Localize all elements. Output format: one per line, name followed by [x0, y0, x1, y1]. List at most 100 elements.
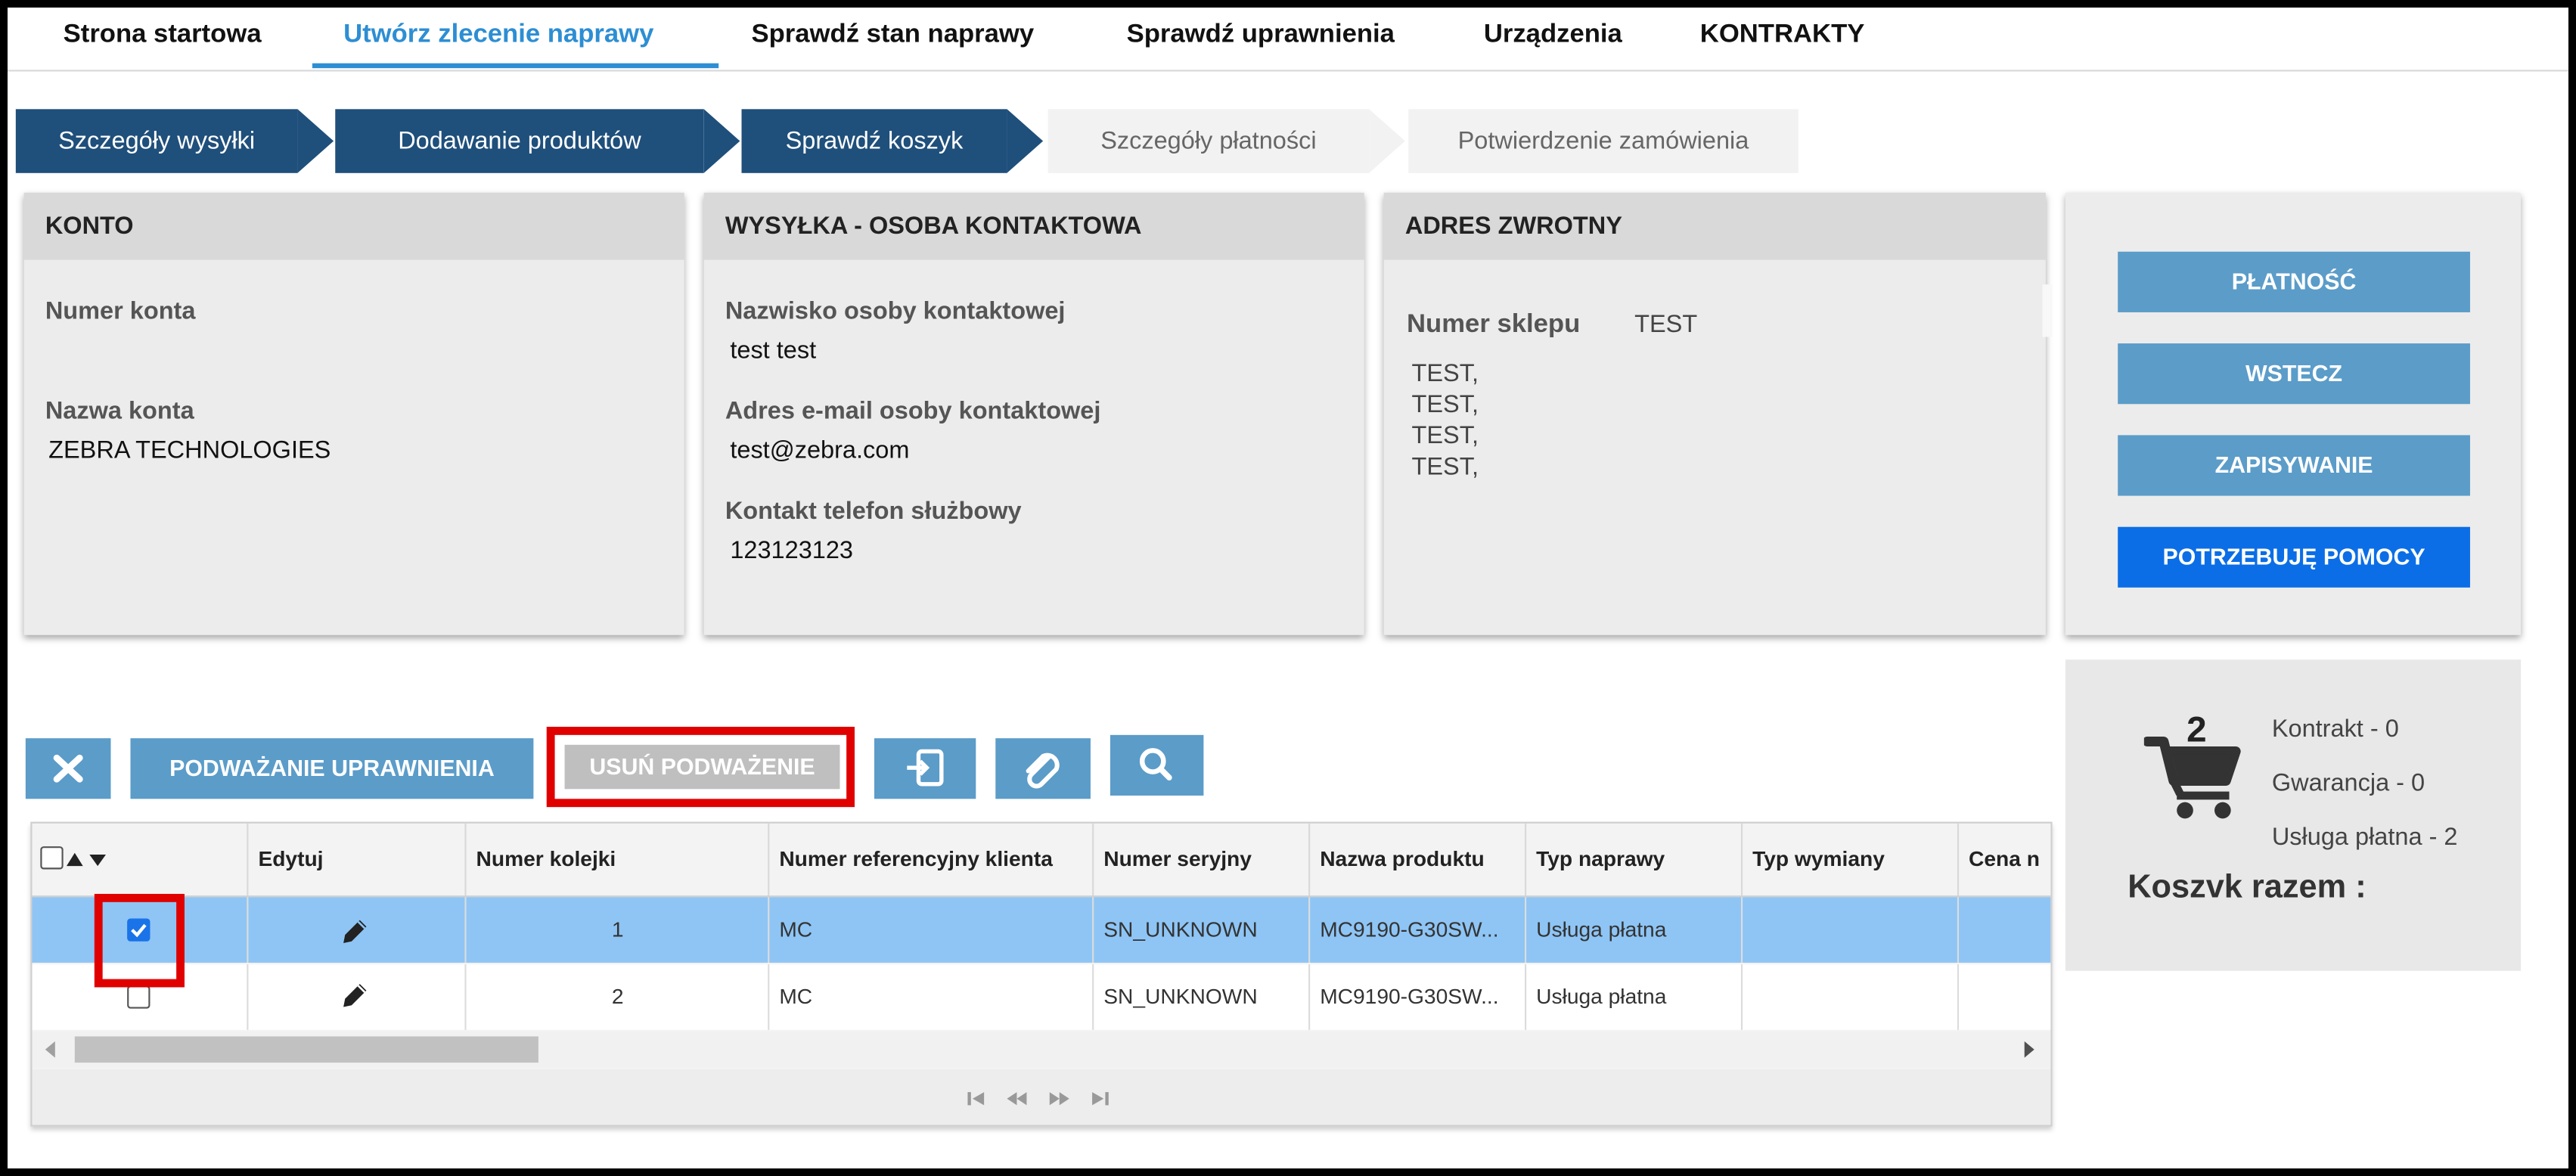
app-content: Strona startowa Utwórz zlecenie naprawy …	[8, 8, 2568, 1168]
shipping-panel-title: WYSYŁKA - OSOBA KONTAKTOWA	[703, 192, 1364, 260]
panel-scroll-tab	[2042, 284, 2053, 337]
contact-name-label: Nazwisko osoby kontaktowej	[725, 297, 1066, 326]
first-page-icon[interactable]	[966, 1091, 985, 1107]
scrollbar-thumb[interactable]	[74, 1036, 538, 1063]
nav-item-entitlements[interactable]: Sprawdź uprawnienia	[1127, 20, 1395, 50]
table-row[interactable]: 2 MC SN_UNKNOWN MC9190-G30SW... Usługa p…	[32, 964, 2051, 1030]
return-address-title: ADRES ZWROTNY	[1383, 192, 2046, 260]
nav-item-home[interactable]: Strona startowa	[64, 20, 262, 50]
account-name-value: ZEBRA TECHNOLOGIES	[48, 436, 331, 465]
step-order-confirmation: Potwierdzenie zamówienia	[1408, 109, 1799, 173]
column-header-serial-number[interactable]: Numer seryjny	[1094, 823, 1311, 896]
row-exchange-type	[1743, 964, 1960, 1030]
row-edit-cell	[248, 897, 467, 963]
return-address-line: TEST,	[1411, 422, 1479, 450]
cart-warranty-count: Gwarancja - 0	[2271, 769, 2425, 798]
row-price	[1959, 964, 2050, 1030]
back-button[interactable]: WSTECZ	[2118, 343, 2470, 405]
step-check-cart: Sprawdź koszyk	[741, 109, 1007, 173]
return-address-panel: ADRES ZWROTNY Numer sklepu TEST TEST, TE…	[1383, 192, 2053, 635]
grid-pager	[32, 1069, 2051, 1125]
delete-button[interactable]	[25, 738, 111, 799]
step-arrow	[1007, 109, 1044, 173]
column-header-edit[interactable]: Edytuj	[248, 823, 467, 896]
nav-item-contracts[interactable]: KONTRAKTY	[1700, 20, 1865, 50]
column-header-queue-number[interactable]: Numer kolejki	[467, 823, 770, 896]
attach-button[interactable]	[995, 738, 1091, 799]
scroll-left-icon[interactable]	[42, 1041, 58, 1058]
previous-page-icon[interactable]	[1005, 1091, 1028, 1107]
scroll-right-icon[interactable]	[2021, 1041, 2038, 1058]
contact-email-label: Adres e-mail osoby kontaktowej	[725, 397, 1101, 426]
step-payment-details: Szczegóły płatności	[1047, 109, 1370, 173]
row-customer-reference: MC	[769, 897, 1094, 963]
pencil-icon[interactable]	[339, 979, 371, 1012]
row-repair-type: Usługa płatna	[1526, 897, 1743, 963]
row-serial-number: SN_UNKNOWN	[1094, 897, 1311, 963]
cart-contract-count: Kontrakt - 0	[2271, 715, 2399, 743]
row-repair-type: Usługa płatna	[1526, 964, 1743, 1030]
search-icon	[1139, 748, 1172, 780]
need-help-button[interactable]: POTRZEBUJĘ POMOCY	[2118, 526, 2470, 588]
top-nav: Strona startowa Utwórz zlecenie naprawy …	[8, 8, 2568, 72]
store-number-value: TEST	[1634, 310, 1698, 339]
return-address-line: TEST,	[1411, 453, 1479, 482]
row-price	[1959, 897, 2050, 963]
remove-challenge-button[interactable]: USUŃ PODWAŻENIE	[564, 744, 840, 790]
contact-name-value: test test	[730, 337, 817, 365]
row-exchange-type	[1743, 897, 1960, 963]
step-arrow	[703, 109, 740, 173]
column-header-repair-type[interactable]: Typ naprawy	[1526, 823, 1743, 896]
row-product-name: MC9190-G30SW...	[1310, 897, 1527, 963]
nav-item-devices[interactable]: Urządzenia	[1484, 20, 1622, 50]
contact-phone-label: Kontakt telefon służbowy	[725, 497, 1022, 526]
horizontal-scrollbar[interactable]	[32, 1031, 2051, 1068]
nav-item-repair-status[interactable]: Sprawdź stan naprawy	[752, 20, 1035, 50]
step-arrow	[1369, 109, 1405, 173]
products-grid: Edytuj Numer kolejki Numer referencyjny …	[30, 821, 2053, 1127]
column-header-price[interactable]: Cena n	[1959, 824, 2050, 895]
search-button[interactable]	[1110, 734, 1204, 796]
return-address-line: TEST,	[1411, 359, 1479, 388]
next-page-icon[interactable]	[1048, 1091, 1071, 1107]
row-checkbox[interactable]	[127, 985, 151, 1009]
row-queue-number: 2	[467, 964, 770, 1030]
active-tab-underline	[312, 63, 719, 69]
account-number-label: Numer konta	[45, 297, 196, 326]
select-all-checkbox[interactable]	[40, 846, 64, 870]
table-row[interactable]: 1 MC SN_UNKNOWN MC9190-G30SW... Usługa p…	[32, 897, 2051, 963]
close-icon	[53, 754, 83, 783]
row-product-name: MC9190-G30SW...	[1310, 964, 1527, 1030]
import-button[interactable]	[874, 738, 976, 799]
last-page-icon[interactable]	[1091, 1091, 1110, 1107]
contact-phone-value: 123123123	[730, 536, 854, 565]
page-frame: Strona startowa Utwórz zlecenie naprawy …	[8, 8, 2568, 1168]
cart-paid-service-count: Usługa płatna - 2	[2271, 823, 2458, 852]
payment-button[interactable]: PŁATNOŚĆ	[2118, 251, 2470, 312]
paperclip-icon	[1026, 752, 1060, 789]
row-serial-number: SN_UNKNOWN	[1094, 964, 1311, 1030]
column-header-exchange-type[interactable]: Typ wymiany	[1743, 823, 1960, 896]
challenge-entitlement-button[interactable]: PODWAŻANIE UPRAWNIENIA	[130, 738, 534, 799]
step-arrow	[297, 109, 334, 173]
store-number-label: Numer sklepu	[1407, 310, 1581, 339]
highlight-box	[94, 893, 185, 988]
grid-header: Edytuj Numer kolejki Numer referencyjny …	[32, 823, 2051, 898]
column-header-customer-reference[interactable]: Numer referencyjny klienta	[769, 823, 1094, 896]
pencil-icon[interactable]	[339, 915, 371, 948]
account-panel: KONTO Numer konta Nazwa konta ZEBRA TECH…	[23, 192, 684, 635]
shipping-contact-panel: WYSYŁKA - OSOBA KONTAKTOWA Nazwisko osob…	[703, 192, 1364, 635]
cart-total-label: Koszvk razem :	[2128, 869, 2367, 906]
save-button[interactable]: ZAPISYWANIE	[2118, 435, 2470, 496]
sort-arrows-icon[interactable]	[66, 852, 109, 868]
nav-item-create-repair[interactable]: Utwórz zlecenie naprawy	[343, 20, 653, 50]
row-queue-number: 1	[467, 897, 770, 963]
import-icon	[907, 749, 944, 787]
cart-count: 2	[2186, 709, 2207, 750]
row-edit-cell	[248, 964, 467, 1030]
account-name-label: Nazwa konta	[45, 397, 194, 426]
cart-summary-panel: 2 Kontrakt - 0 Gwarancja - 0 Usługa płat…	[2065, 659, 2522, 971]
return-address-line: TEST,	[1411, 390, 1479, 419]
column-header-product-name[interactable]: Nazwa produktu	[1310, 823, 1527, 896]
step-shipping-details: Szczegóły wysyłki	[15, 109, 298, 173]
